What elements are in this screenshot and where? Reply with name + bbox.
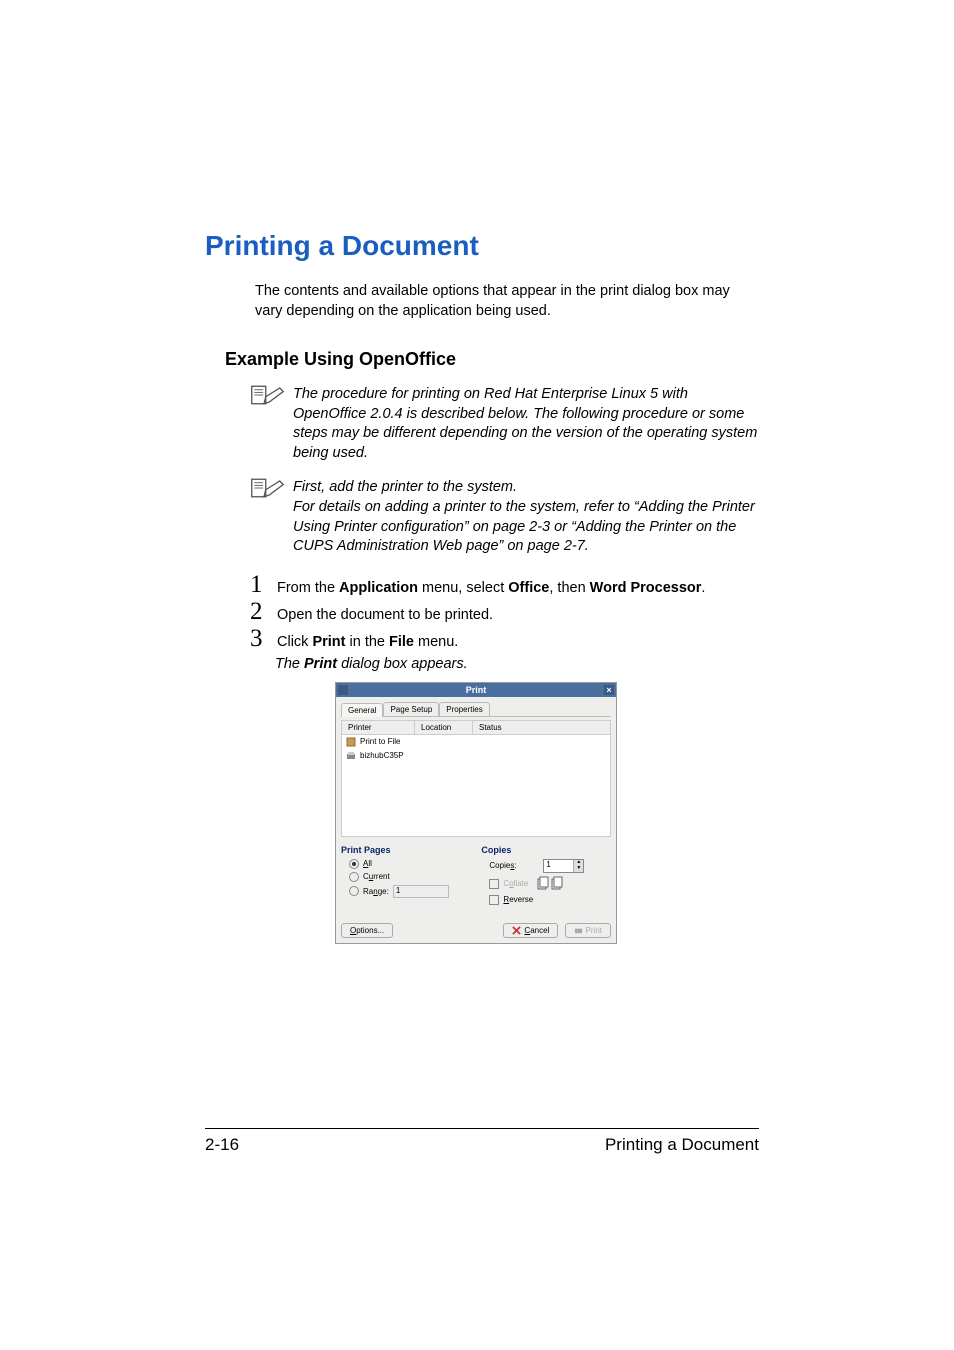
print-button[interactable]: Print xyxy=(565,923,611,938)
dialog-tabs: General Page Setup Properties xyxy=(341,702,611,717)
printer-list-header: Printer Location Status xyxy=(342,721,610,735)
intro-paragraph: The contents and available options that … xyxy=(255,282,759,321)
printer-row-device[interactable]: bizhubC35P xyxy=(342,749,610,763)
option-reverse[interactable]: Reverse xyxy=(489,895,611,905)
checkbox-icon xyxy=(489,879,499,889)
step-number: 2 xyxy=(250,599,272,624)
tab-properties[interactable]: Properties xyxy=(439,702,489,716)
column-location[interactable]: Location xyxy=(415,721,473,734)
radio-icon[interactable] xyxy=(349,872,359,882)
checkbox-icon[interactable] xyxy=(489,895,499,905)
file-icon xyxy=(346,737,356,747)
options-button[interactable]: Options... xyxy=(341,923,393,938)
note-icon xyxy=(250,476,285,500)
column-printer[interactable]: Printer xyxy=(342,721,415,734)
section-heading: Example Using OpenOffice xyxy=(225,349,759,370)
tab-general[interactable]: General xyxy=(341,703,383,717)
cancel-button[interactable]: Cancel xyxy=(503,923,558,938)
footer-label: Printing a Document xyxy=(605,1135,759,1155)
page-footer: 2-16 Printing a Document xyxy=(205,1128,759,1155)
copies-header: Copies xyxy=(481,845,611,855)
column-status[interactable]: Status xyxy=(473,721,610,734)
step-2: 2 Open the document to be printed. xyxy=(250,599,759,626)
print-dialog: Print × General Page Setup Properties Pr… xyxy=(335,682,617,944)
option-collate: Collate xyxy=(489,876,611,892)
dialog-title: Print xyxy=(466,685,487,695)
step-text: Click Print in the File menu. xyxy=(277,634,458,653)
spin-down-icon[interactable]: ▼ xyxy=(573,866,583,872)
print-pages-header: Print Pages xyxy=(341,845,471,855)
footer-page-number: 2-16 xyxy=(205,1135,239,1155)
step-number: 3 xyxy=(250,626,272,651)
note-text-1: The procedure for printing on Red Hat En… xyxy=(293,385,759,463)
printer-list[interactable]: Printer Location Status Print to File bi… xyxy=(341,720,611,837)
note-block-1: The procedure for printing on Red Hat En… xyxy=(250,385,759,463)
printer-icon xyxy=(346,751,356,761)
close-icon[interactable]: × xyxy=(604,685,614,695)
step-1: 1 From the Application menu, select Offi… xyxy=(250,572,759,599)
step-result: The Print dialog box appears. xyxy=(275,656,759,672)
option-range[interactable]: Range: 1 xyxy=(349,885,471,898)
cancel-icon xyxy=(512,926,521,935)
radio-icon[interactable] xyxy=(349,859,359,869)
printer-row-file[interactable]: Print to File xyxy=(342,735,610,749)
menu-icon[interactable] xyxy=(338,685,348,695)
range-input[interactable]: 1 xyxy=(393,885,449,898)
dialog-titlebar: Print × xyxy=(336,683,616,697)
print-icon xyxy=(574,926,583,935)
step-number: 1 xyxy=(250,572,272,597)
option-all[interactable]: All xyxy=(349,859,471,869)
collate-icon xyxy=(536,876,564,892)
step-text: From the Application menu, select Office… xyxy=(277,580,705,599)
radio-icon[interactable] xyxy=(349,886,359,896)
copies-row: Copies: 1 ▲ ▼ xyxy=(489,859,611,873)
note-block-2: First, add the printer to the system. Fo… xyxy=(250,478,759,556)
copies-input[interactable]: 1 ▲ ▼ xyxy=(543,859,584,873)
page-title: Printing a Document xyxy=(205,230,759,262)
step-text: Open the document to be printed. xyxy=(277,607,493,626)
step-3: 3 Click Print in the File menu. xyxy=(250,626,759,653)
tab-page-setup[interactable]: Page Setup xyxy=(383,702,439,716)
option-current[interactable]: Current xyxy=(349,872,471,882)
note-icon xyxy=(250,383,285,407)
note-text-2: First, add the printer to the system. Fo… xyxy=(293,478,759,556)
